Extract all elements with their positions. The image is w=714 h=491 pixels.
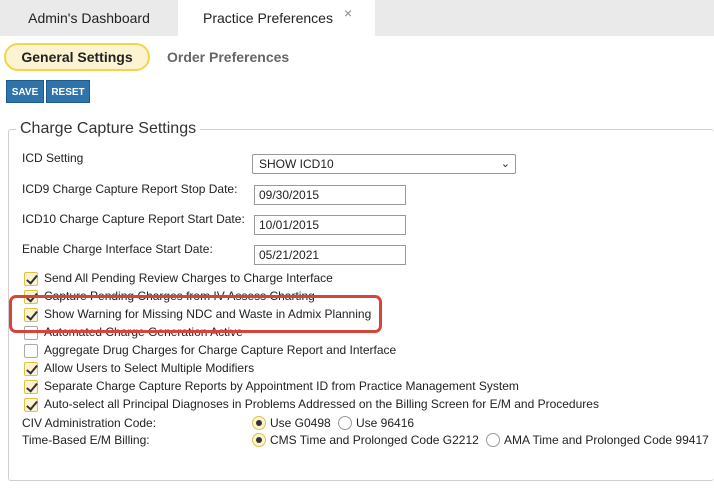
subtab-order-preferences[interactable]: Order Preferences: [167, 43, 289, 71]
checkbox-aggregate-drug-label: Aggregate Drug Charges for Charge Captur…: [44, 343, 397, 357]
icd9-stop-label: ICD9 Charge Capture Report Stop Date:: [22, 182, 238, 196]
tab-practice-preferences-label: Practice Preferences: [203, 10, 333, 26]
checkbox-aggregate-drug[interactable]: [24, 344, 38, 358]
charge-interface-input[interactable]: 05/21/2021: [254, 245, 406, 265]
icd-setting-select[interactable]: SHOW ICD10 ⌄: [252, 154, 516, 174]
radio-civ-96416-label: Use 96416: [356, 416, 415, 430]
checkbox-separate-reports[interactable]: [24, 380, 38, 394]
icd10-start-input[interactable]: 10/01/2015: [254, 215, 406, 235]
charge-interface-label: Enable Charge Interface Start Date:: [22, 242, 213, 256]
radio-civ-g0498-label: Use G0498: [270, 416, 331, 430]
checkbox-multiple-modifiers-label: Allow Users to Select Multiple Modifiers: [44, 361, 255, 375]
icd9-stop-input[interactable]: 09/30/2015: [254, 185, 406, 205]
icd-setting-value: SHOW ICD10: [259, 157, 334, 171]
save-button[interactable]: SAVE: [6, 80, 44, 103]
checkbox-auto-select-diagnoses[interactable]: [24, 398, 38, 412]
radio-em-cms-label: CMS Time and Prolonged Code G2212: [270, 433, 479, 447]
checkbox-send-pending[interactable]: [24, 272, 38, 286]
checkbox-send-pending-label: Send All Pending Review Charges to Charg…: [44, 271, 333, 285]
reset-button[interactable]: RESET: [46, 80, 90, 103]
checkbox-auto-select-diagnoses-label: Auto-select all Principal Diagnoses in P…: [44, 397, 599, 411]
tab-admins-dashboard[interactable]: Admin's Dashboard: [0, 0, 178, 36]
close-icon[interactable]: ×: [344, 0, 352, 31]
icd-setting-label: ICD Setting: [22, 151, 84, 165]
em-billing-label: Time-Based E/M Billing:: [22, 433, 150, 447]
radio-em-cms[interactable]: [252, 433, 266, 447]
checkbox-separate-reports-label: Separate Charge Capture Reports by Appoi…: [44, 379, 519, 393]
section-title: Charge Capture Settings: [16, 120, 201, 138]
subtab-general-settings[interactable]: General Settings: [4, 43, 150, 71]
icd10-start-label: ICD10 Charge Capture Report Start Date:: [22, 212, 245, 226]
chevron-down-icon: ⌄: [500, 158, 510, 170]
radio-em-ama[interactable]: [486, 433, 500, 447]
radio-em-ama-label: AMA Time and Prolonged Code 99417: [504, 433, 709, 447]
highlight-annotation: [9, 295, 382, 333]
checkbox-multiple-modifiers[interactable]: [24, 362, 38, 376]
radio-civ-g0498[interactable]: [252, 416, 266, 430]
civ-code-label: CIV Administration Code:: [22, 416, 157, 430]
tab-practice-preferences[interactable]: Practice Preferences ×: [178, 0, 375, 36]
radio-civ-96416[interactable]: [338, 416, 352, 430]
top-tab-bar: Admin's Dashboard Practice Preferences ×: [0, 0, 714, 36]
